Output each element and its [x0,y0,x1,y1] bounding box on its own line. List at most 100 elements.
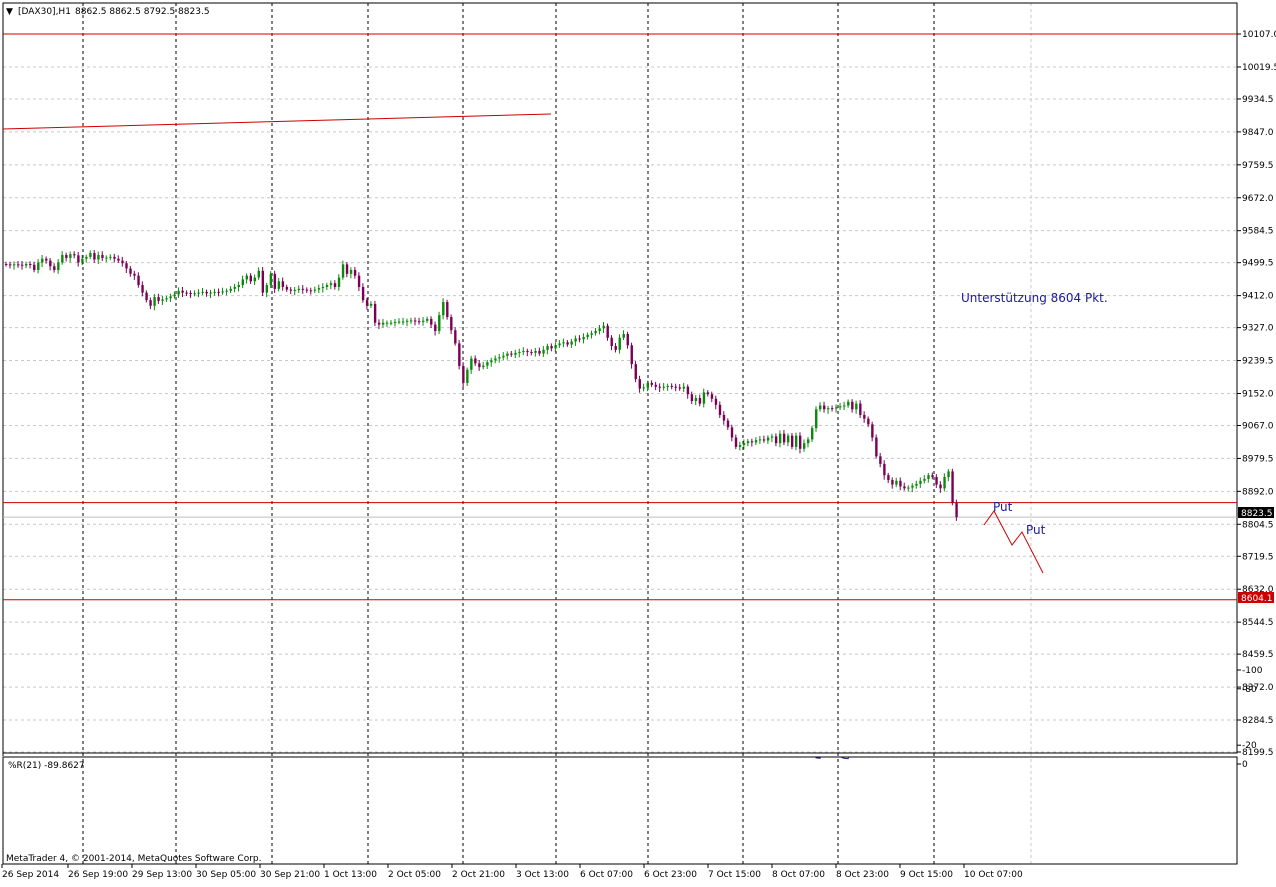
y-tick-label: 9499.5 [1242,259,1274,269]
candle [361,283,365,303]
put-label-1[interactable]: Put [993,500,1013,514]
candle [389,320,393,326]
y-tick-label: 9152.0 [1242,389,1274,399]
candle [377,319,381,330]
candle [586,332,589,340]
candle [514,349,517,359]
candle [293,286,297,296]
candle [594,327,597,336]
candle [835,404,838,413]
candles [5,250,958,521]
candle [666,383,670,391]
candle [229,286,232,293]
candle [935,474,938,488]
candle [706,390,710,397]
candle [285,284,289,292]
candle [101,251,104,261]
candle [554,342,557,353]
candle [397,318,401,325]
candle [883,460,886,480]
projected-path[interactable] [983,510,1044,574]
x-tick-label: 2 Oct 05:00 [388,870,441,880]
indicator-panel-frame [2,756,1238,865]
candle [714,395,718,410]
candle [85,254,88,263]
candle [89,250,92,260]
candle [486,359,489,370]
candle [438,311,441,335]
candle [770,433,774,443]
candle [802,439,806,452]
x-tick-label: 26 Sep 19:00 [68,870,128,880]
candle [333,280,337,290]
x-tick-label: 9 Oct 15:00 [900,870,953,880]
candle [414,317,417,326]
candle [766,435,770,444]
candle [642,383,645,392]
candle [754,437,758,446]
candle [345,262,349,278]
horizontal-levels[interactable] [3,33,1237,601]
candle [923,475,926,484]
candle [161,295,164,306]
candle [209,289,212,298]
candle [558,340,561,348]
candle [662,382,666,391]
candle [430,316,433,328]
candle [510,350,513,357]
chart-canvas[interactable]: Unterstützung 8604 Pkt. Put Put ▼ [DAX30… [0,0,1276,883]
ind-tick-label: -80 [1242,685,1257,695]
candle [261,267,265,296]
candle [722,411,726,425]
candle [418,317,421,325]
trend-line[interactable] [2,113,552,130]
chart-window[interactable]: Unterstützung 8604 Pkt. Put Put ▼ [DAX30… [0,0,1276,883]
candle [474,355,477,367]
candle [277,277,281,292]
candle [546,343,549,355]
x-tick-label: 6 Oct 07:00 [580,870,633,880]
candle [734,434,738,450]
candle [325,282,329,290]
candle [670,383,674,390]
candle [301,285,305,294]
candle [233,283,236,293]
candle [630,342,633,369]
candle [542,346,545,357]
support-annotation[interactable]: Unterstützung 8604 Pkt. [961,291,1108,305]
candle [253,274,257,286]
candle [189,290,192,298]
candle [305,287,309,293]
x-tick-label: 26 Sep 2014 [2,870,59,880]
candle [33,261,36,273]
candle [843,401,846,411]
candle [297,285,301,293]
candle [574,335,577,347]
put-label-2[interactable]: Put [1026,523,1046,537]
y-tick-label: 10107.0 [1242,30,1276,40]
candle [931,472,934,480]
candle [289,286,293,295]
candle [454,327,457,346]
candle [410,317,413,324]
candle [758,436,762,444]
ind-tick-label: 0 [1242,760,1248,770]
y-tick-label: 10019.5 [1242,63,1276,73]
candle [674,383,678,392]
candle [863,411,866,423]
candle [626,331,629,349]
candle [349,267,353,279]
y-tick-label: 9067.0 [1242,421,1274,431]
x-tick-label: 6 Oct 23:00 [644,870,697,880]
candle [622,330,625,341]
candle [899,477,902,491]
candle [879,452,882,468]
menu-chevron-icon[interactable]: ▼ [6,7,13,17]
candle [526,348,529,357]
candle [823,401,826,413]
candle [590,330,593,339]
candle [317,284,321,293]
candle [859,400,862,418]
y-tick-label: 9847.0 [1242,128,1274,138]
candle [530,349,533,356]
